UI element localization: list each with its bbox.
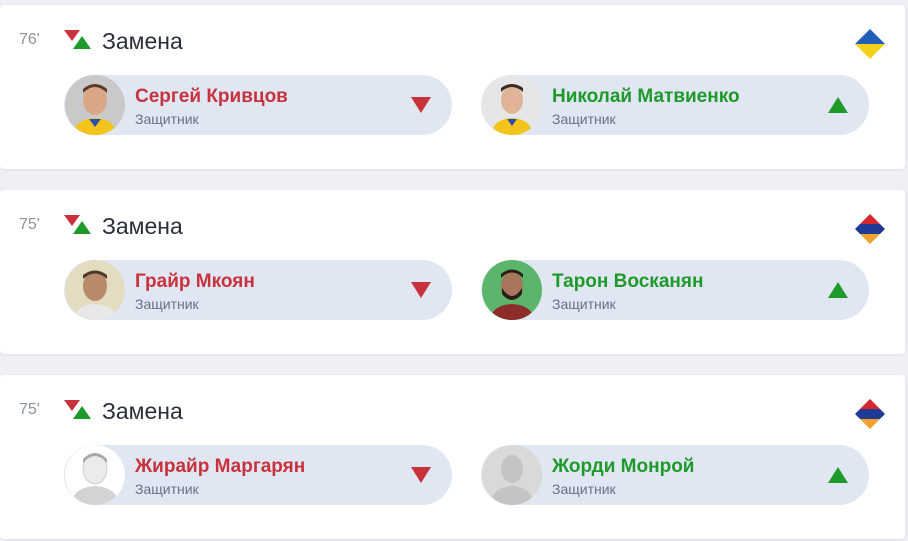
player-photo-placeholder [482,445,542,505]
event-title: Замена [102,213,183,239]
player-name: Жирайр Маргарян [135,456,306,477]
player-role: Защитник [552,111,616,127]
substitution-card: 75' Замена Грайр Мкоян Защитник Тарон Во… [0,190,905,354]
armenia-flag-icon [855,399,885,429]
player-photo [65,260,125,320]
arrow-down-icon [411,97,431,113]
event-title: Замена [102,398,183,424]
player-photo [482,75,542,135]
player-role: Защитник [135,111,199,127]
player-out[interactable]: Грайр Мкоян Защитник [64,260,452,320]
player-in[interactable]: Николай Матвиенко Защитник [481,75,869,135]
player-photo [65,75,125,135]
arrow-up-icon [828,467,848,483]
player-photo-placeholder [65,445,125,505]
substitution-card: 75' Замена Жирайр Маргарян Защитник Жорд… [0,375,905,539]
player-role: Защитник [552,481,616,497]
player-out[interactable]: Жирайр Маргарян Защитник [64,445,452,505]
player-role: Защитник [135,481,199,497]
player-role: Защитник [552,296,616,312]
player-name: Сергей Кривцов [135,86,288,107]
event-title: Замена [102,28,183,54]
arrow-down-icon [411,467,431,483]
player-name: Жорди Монрой [552,456,695,477]
arrow-down-icon [411,282,431,298]
player-name: Тарон Восканян [552,271,704,292]
ukraine-flag-icon [855,29,885,59]
arrow-up-icon [828,97,848,113]
event-minute: 75' [19,216,40,233]
player-name: Николай Матвиенко [552,86,740,107]
player-name: Грайр Мкоян [135,271,255,292]
substitution-card: 76' Замена Сергей Кривцов Защитник Никол… [0,5,905,169]
arrow-up-icon [828,282,848,298]
armenia-flag-icon [855,214,885,244]
event-minute: 76' [19,31,40,48]
player-photo [482,260,542,320]
substitution-icon [64,400,91,419]
player-out[interactable]: Сергей Кривцов Защитник [64,75,452,135]
player-in[interactable]: Жорди Монрой Защитник [481,445,869,505]
player-in[interactable]: Тарон Восканян Защитник [481,260,869,320]
player-role: Защитник [135,296,199,312]
event-minute: 75' [19,401,40,418]
substitution-icon [64,215,91,234]
substitution-icon [64,30,91,49]
